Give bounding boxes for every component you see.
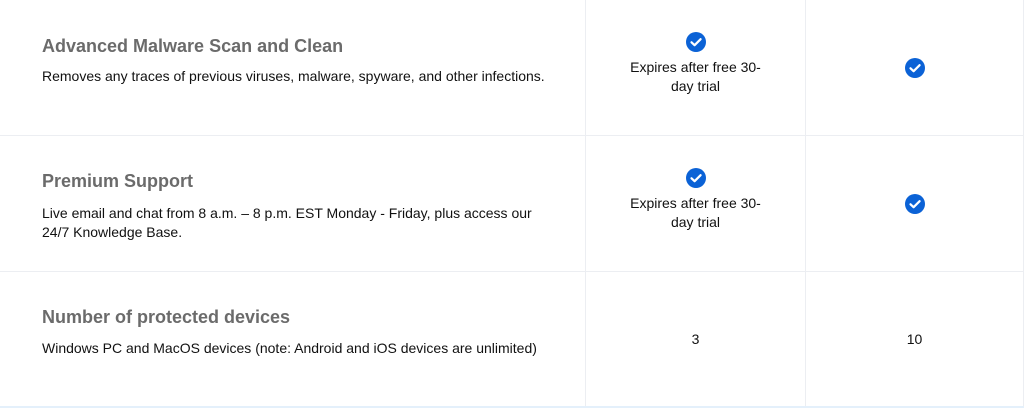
check-circle-icon [685, 31, 706, 52]
feature-cell: Advanced Malware Scan and Clean Removes … [0, 0, 586, 135]
feature-description: Live email and chat from 8 a.m. – 8 p.m.… [42, 205, 532, 240]
check-circle-icon [685, 167, 706, 188]
feature-description: Windows PC and MacOS devices (note: Andr… [42, 340, 537, 356]
plan-a-cell: Expires after free 30-day trial [586, 0, 806, 135]
feature-cell: Premium Support Live email and chat from… [0, 136, 586, 271]
check-circle-icon [904, 193, 925, 214]
plan-a-cell: 3 [586, 272, 806, 406]
trial-note: Expires after free 30-day trial [630, 194, 761, 230]
plan-a-cell: Expires after free 30-day trial [586, 136, 806, 271]
plan-b-cell [806, 0, 1024, 135]
plan-b-cell [806, 136, 1024, 271]
feature-cell: Number of protected devices Windows PC a… [0, 272, 586, 406]
device-count: 10 [906, 331, 923, 347]
table-row: Premium Support Live email and chat from… [0, 136, 1024, 272]
feature-description: Removes any traces of previous viruses, … [42, 68, 545, 84]
feature-title: Premium Support [42, 171, 194, 191]
trial-note: Expires after free 30-day trial [630, 58, 761, 94]
device-count: 3 [691, 331, 700, 347]
table-row: Number of protected devices Windows PC a… [0, 272, 1024, 408]
plan-b-cell: 10 [806, 272, 1024, 406]
feature-comparison-table: Advanced Malware Scan and Clean Removes … [0, 0, 1024, 410]
check-circle-icon [904, 57, 925, 78]
feature-title: Number of protected devices [42, 307, 291, 327]
table-row: Advanced Malware Scan and Clean Removes … [0, 0, 1024, 136]
feature-title: Advanced Malware Scan and Clean [42, 36, 344, 56]
